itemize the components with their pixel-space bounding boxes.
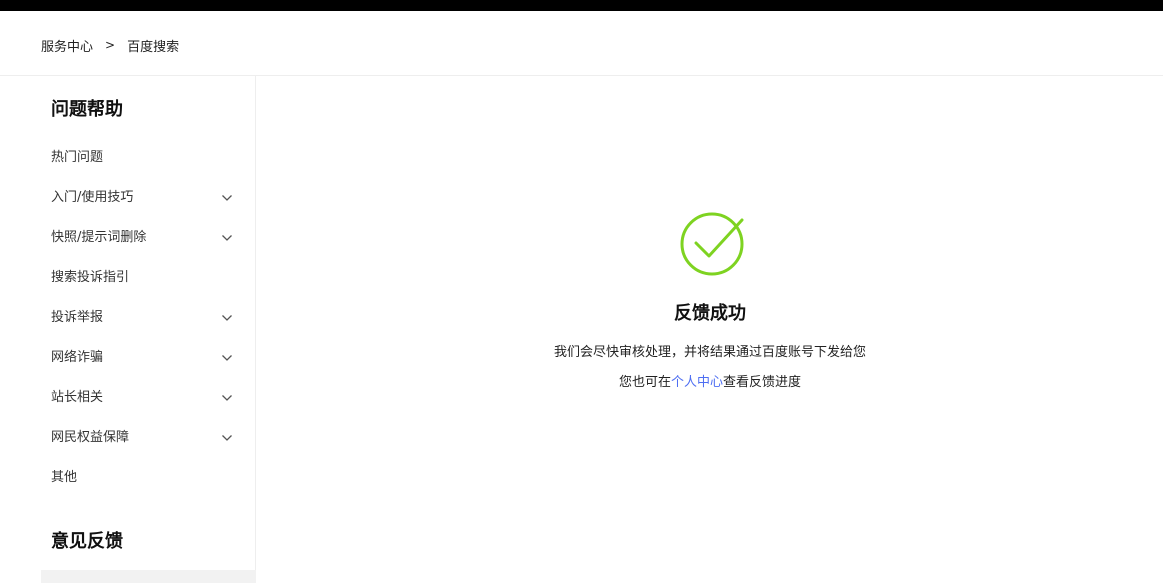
- chevron-down-icon: [222, 195, 232, 201]
- progress-message-prefix: 您也可在: [618, 375, 671, 390]
- help-section-title: 问题帮助: [51, 99, 123, 120]
- feedback-section-title: 意见反馈: [51, 531, 123, 552]
- sidebar-item-label: 入门/使用技巧: [51, 190, 134, 205]
- success-title: 反馈成功: [674, 303, 746, 324]
- sidebar-item-label: 网络诈骗: [51, 350, 104, 365]
- breadcrumb: 服务中心 > 百度搜索: [41, 36, 180, 55]
- sidebar: 问题帮助 热门问题 入门/使用技巧 快照/提示词删除 搜索投诉指引 投诉举报 网…: [0, 76, 256, 583]
- sidebar-item-other[interactable]: 其他: [51, 468, 241, 488]
- top-bar: [0, 0, 1163, 11]
- sidebar-item-getting-started[interactable]: 入门/使用技巧: [51, 188, 241, 208]
- sidebar-item-label: 搜索投诉指引: [51, 270, 130, 285]
- personal-center-link[interactable]: 个人中心: [671, 375, 723, 390]
- sidebar-item-fraud[interactable]: 网络诈骗: [51, 348, 241, 368]
- breadcrumb-separator: >: [105, 38, 116, 52]
- sidebar-item-complaint-guide[interactable]: 搜索投诉指引: [51, 268, 241, 288]
- success-message: 我们会尽快审核处理，并将结果通过百度账号下发给您: [553, 345, 866, 360]
- sidebar-item-label: 投诉举报: [51, 310, 104, 325]
- sidebar-item-hot-questions[interactable]: 热门问题: [51, 148, 241, 168]
- breadcrumb-home-link[interactable]: 服务中心: [41, 36, 93, 55]
- progress-message: 您也可在个人中心查看反馈进度: [257, 374, 1163, 392]
- sidebar-item-label: 其他: [51, 470, 78, 485]
- check-circle-icon: [680, 212, 744, 276]
- sidebar-item-feedback-active[interactable]: [41, 570, 256, 583]
- sidebar-item-label: 热门问题: [51, 150, 104, 165]
- sidebar-item-rights[interactable]: 网民权益保障: [51, 428, 241, 448]
- sidebar-item-report[interactable]: 投诉举报: [51, 308, 241, 328]
- sidebar-item-label: 快照/提示词删除: [51, 230, 147, 245]
- chevron-down-icon: [222, 355, 232, 361]
- main-content: 反馈成功 我们会尽快审核处理，并将结果通过百度账号下发给您 您也可在个人中心查看…: [257, 76, 1163, 583]
- sidebar-item-label: 网民权益保障: [51, 430, 130, 445]
- sidebar-item-snapshot-delete[interactable]: 快照/提示词删除: [51, 228, 241, 248]
- sidebar-item-webmaster[interactable]: 站长相关: [51, 388, 241, 408]
- chevron-down-icon: [222, 315, 232, 321]
- sidebar-item-label: 站长相关: [51, 390, 104, 405]
- breadcrumb-current: 百度搜索: [127, 39, 180, 55]
- chevron-down-icon: [222, 235, 232, 241]
- progress-message-suffix: 查看反馈进度: [723, 375, 802, 390]
- chevron-down-icon: [222, 395, 232, 401]
- chevron-down-icon: [222, 435, 232, 441]
